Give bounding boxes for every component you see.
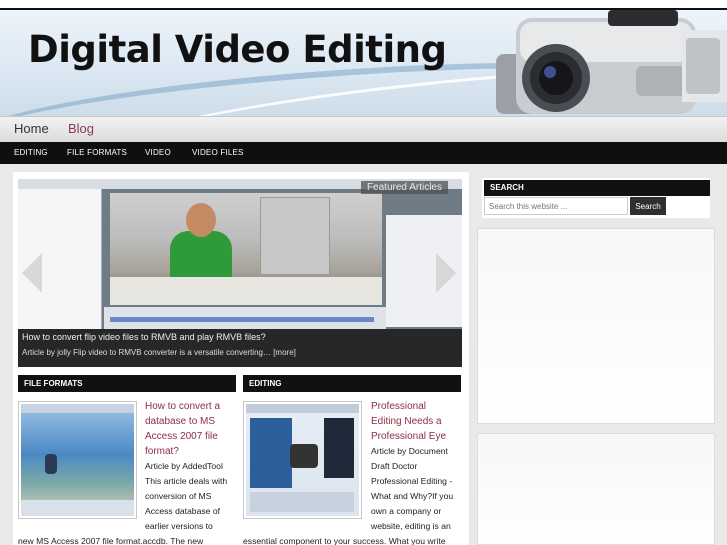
post-excerpt-line: Access database of — [145, 506, 221, 516]
post-title-line: How to convert a — [145, 401, 221, 412]
thumbnail-image — [246, 404, 359, 516]
post-excerpt-line: Draft Doctor — [371, 461, 418, 471]
nav-video-link[interactable]: VIDEO — [145, 148, 171, 157]
search-button[interactable]: Search — [630, 197, 666, 215]
post-excerpt-line: Article by AddedTool — [145, 461, 223, 471]
slider-caption-title[interactable]: How to convert flip video files to RMVB … — [22, 332, 266, 342]
post-excerpt-line: website, editing is an — [371, 521, 451, 531]
thumb-controls — [21, 500, 134, 516]
post-thumbnail[interactable] — [18, 401, 137, 519]
post-excerpt-line: What and Why?If you — [371, 491, 454, 501]
post-title-line: format? — [145, 446, 179, 457]
post-title-line: Access 2007 file — [145, 431, 218, 442]
nav-blog-link[interactable]: Blog — [68, 121, 94, 136]
post-title-line: Professional — [371, 401, 427, 412]
site-title[interactable]: Digital Video Editing — [28, 28, 447, 71]
site-header: Digital Video Editing — [0, 10, 727, 116]
search-input[interactable] — [484, 197, 628, 215]
top-border — [0, 0, 727, 10]
thumbnail-image — [21, 404, 134, 516]
video-person-head — [186, 203, 216, 237]
post-thumbnail[interactable] — [243, 401, 362, 519]
post-title-line: database to MS — [145, 416, 216, 427]
post-excerpt-line: This article deals with — [145, 476, 228, 486]
nav-video-files-link[interactable]: VIDEO FILES — [192, 148, 244, 157]
slider-prev-icon[interactable] — [22, 253, 42, 293]
screenshot-video-frame — [110, 193, 382, 305]
post-excerpt-line: essential component to your success. Wha… — [243, 536, 446, 545]
slider-caption: How to convert flip video files to RMVB … — [18, 329, 462, 367]
sidebar-widget — [477, 228, 715, 424]
featured-articles-badge: Featured Articles — [360, 181, 448, 194]
thumb-window-bar — [21, 404, 134, 413]
nav-home-link[interactable]: Home — [14, 121, 49, 136]
timeline-bar — [110, 317, 374, 322]
post-excerpt-line: Professional Editing - — [371, 476, 453, 486]
post-excerpt: Article by AddedTool This article deals … — [145, 459, 227, 534]
featured-slider[interactable]: Featured Articles How to convert flip vi… — [18, 179, 462, 367]
post-title-line: Editing Needs a — [371, 416, 442, 427]
post-excerpt-line: conversion of MS — [145, 491, 212, 501]
nav-file-formats-link[interactable]: FILE FORMATS — [67, 148, 127, 157]
thumb-figure — [45, 454, 57, 474]
post-title-link[interactable]: How to convert a database to MS Access 2… — [145, 399, 220, 459]
post-excerpt-line: new MS Access 2007 file format.accdb. Th… — [18, 536, 204, 545]
thumb-dark-panel — [324, 418, 354, 478]
post-excerpt-line: Article by Document — [371, 446, 448, 456]
primary-nav: Home Blog — [0, 116, 727, 142]
camcorder-image — [496, 10, 727, 114]
post-excerpt-line: earlier versions to — [145, 521, 213, 531]
thumb-window-bar — [246, 404, 359, 413]
screenshot-timeline — [104, 307, 386, 329]
video-table — [110, 277, 382, 305]
section-heading-editing[interactable]: EDITING — [243, 375, 461, 392]
thumb-controls — [250, 492, 354, 512]
thumb-panel — [250, 418, 292, 488]
thumb-camera — [290, 444, 318, 468]
category-nav: EDITING FILE FORMATS VIDEO VIDEO FILES — [0, 142, 727, 164]
post-title-link[interactable]: Professional Editing Needs a Professiona… — [371, 399, 446, 444]
slider-next-icon[interactable] — [436, 253, 456, 293]
post-title-line: Professional Eye — [371, 431, 447, 442]
post-excerpt: Article by Document Draft Doctor Profess… — [371, 444, 453, 534]
search-heading: SEARCH — [484, 180, 710, 196]
section-heading-file-formats[interactable]: FILE FORMATS — [18, 375, 236, 392]
post-excerpt-line: own a company or — [371, 506, 442, 516]
sidebar-widget — [477, 433, 715, 545]
video-fridge — [260, 197, 330, 275]
nav-editing-link[interactable]: EDITING — [14, 148, 48, 157]
slider-caption-excerpt: Article by jolly Flip video to RMVB conv… — [22, 348, 296, 357]
